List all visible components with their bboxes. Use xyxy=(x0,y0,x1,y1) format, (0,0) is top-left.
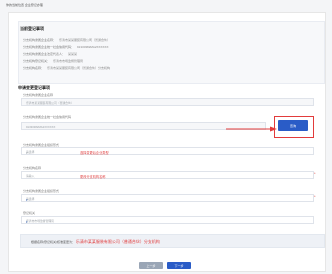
chevron-down-icon: ▾ xyxy=(26,198,28,202)
field-label-company-name: 分支机构隶属企业名称 xyxy=(23,93,54,97)
info-value: 乐清市市场监督管理局 xyxy=(53,59,84,63)
next-button[interactable]: 下一步 xyxy=(167,262,191,269)
org-type-select-2[interactable]: 请选择 ▾ xyxy=(21,194,314,202)
field-value: 91330382MA2XXXXXX xyxy=(26,125,56,129)
field-value: 乐清市某某服装有限公司（普通合伙） xyxy=(26,101,74,105)
notice-text: 根据名称(登记机关)核准变更为： 乐清市某某服装有限公司（普通合伙）分支机构 xyxy=(31,239,160,245)
info-label: 分支机构登记机关： xyxy=(23,59,51,63)
annotation-select-type: 选择变更后企业类型 xyxy=(80,151,109,155)
company-name-field[interactable]: 乐清市某某服装有限公司（普通合伙） xyxy=(21,98,314,106)
info-value: 乐清市某某服装有限公司（普通合伙） xyxy=(59,38,111,42)
info-row-credit-code: 分支机构隶属企业统一社会信用代码： 91330382MA2XXXXXX xyxy=(23,45,109,49)
prev-button[interactable]: 上一步 xyxy=(139,262,163,269)
field-label-branch-name: 分支机构名称 xyxy=(23,166,42,170)
field-label-authority: 登记机关 xyxy=(23,211,36,215)
annotation-change-name: 更改分支机构名称 xyxy=(80,175,106,179)
section-title: 申请变更登记事项 xyxy=(18,85,50,90)
branch-name-input[interactable]: 请输入 xyxy=(21,171,314,179)
name-notice: 根据名称(登记机关)核准变更为： 乐清市某某服装有限公司（普通合伙）分支机构 xyxy=(20,234,325,248)
query-button[interactable]: 查询 xyxy=(278,120,308,131)
info-row-company-name: 分支机构隶属企业名称： 乐清市某某服装有限公司（普通合伙） xyxy=(23,38,110,42)
authority-select[interactable]: 乐清市市场监督管理局 ▾ xyxy=(21,216,314,224)
info-label: 分支机构隶属企业法定代表人： xyxy=(23,52,66,56)
required-mark: * xyxy=(314,171,316,176)
info-title: 当前登记事项 xyxy=(20,26,44,31)
info-value: 91330382MA2XXXXXX xyxy=(77,45,109,49)
info-row-branch-name: 分支机构名称： 乐清市某某服装有限公司（普通合伙）分支机构 xyxy=(23,66,110,70)
notice-highlight: 乐清市某某服装有限公司（普通合伙）分支机构 xyxy=(75,238,160,244)
info-label: 分支机构隶属企业统一社会信用代码： xyxy=(23,45,75,49)
info-row-authority: 分支机构登记机关： 乐清市市场监督管理局 xyxy=(23,59,83,63)
required-mark: * xyxy=(314,194,316,199)
info-value: 某某某 xyxy=(68,52,78,56)
notice-prefix: 根据名称(登记机关)核准变更为： xyxy=(31,239,75,244)
field-value: 请输入 xyxy=(26,174,35,178)
info-label: 分支机构名称： xyxy=(23,66,45,70)
chevron-down-icon: ▾ xyxy=(26,220,28,224)
info-value: 乐清市某某服装有限公司（普通合伙）分支机构 xyxy=(47,66,111,70)
field-label-org-type-2: 分支机构隶属企业组织形式 xyxy=(23,189,60,193)
chevron-down-icon: ▾ xyxy=(26,151,28,155)
info-label: 分支机构隶属企业名称： xyxy=(23,38,57,42)
org-type-select[interactable]: 请选择 ▾ xyxy=(21,147,314,155)
field-label-credit-code: 分支机构隶属企业统一社会信用代码 xyxy=(23,115,72,119)
annotation-arrow-icon xyxy=(226,126,277,132)
breadcrumb: 你的当前位置 企业登记办理 xyxy=(6,3,43,7)
info-row-legal-rep: 分支机构隶属企业法定代表人： 某某某 xyxy=(23,52,77,56)
